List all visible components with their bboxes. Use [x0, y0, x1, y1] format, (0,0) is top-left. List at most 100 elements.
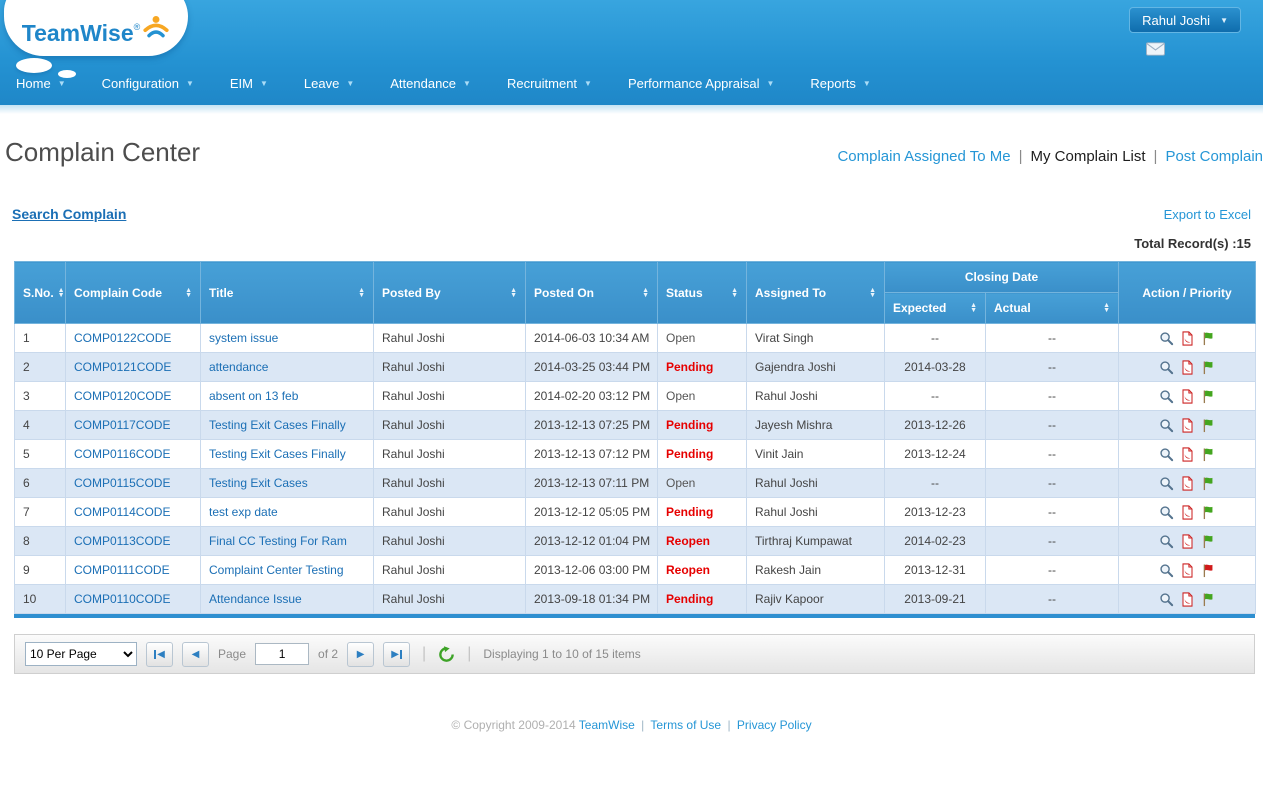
priority-flag-icon[interactable]: [1201, 360, 1216, 375]
tab-complain-assigned-to-me[interactable]: Complain Assigned To Me: [837, 148, 1010, 165]
complain-code-link[interactable]: COMP0111CODE: [74, 563, 170, 577]
complain-code-link[interactable]: COMP0121CODE: [74, 360, 171, 374]
pdf-icon[interactable]: [1180, 331, 1195, 346]
view-icon[interactable]: [1159, 505, 1174, 520]
nav-item-eim[interactable]: EIM ▼: [230, 76, 268, 91]
first-page-icon[interactable]: ◀: [146, 641, 173, 667]
complain-title-link[interactable]: Attendance Issue: [209, 592, 302, 606]
status-text: Pending: [666, 505, 714, 519]
complain-title-link[interactable]: attendance: [209, 360, 268, 374]
complain-code-link[interactable]: COMP0117CODE: [74, 418, 170, 432]
priority-flag-icon[interactable]: [1201, 534, 1216, 549]
view-icon[interactable]: [1159, 447, 1174, 462]
nav-item-reports[interactable]: Reports ▼: [810, 76, 870, 91]
col-header-posted-on[interactable]: Posted On ▲ ▼: [525, 261, 658, 324]
complain-code-link[interactable]: COMP0113CODE: [74, 534, 170, 548]
sort-icon[interactable]: ▲ ▼: [970, 302, 977, 314]
pdf-icon[interactable]: [1180, 534, 1195, 549]
pdf-icon[interactable]: [1180, 389, 1195, 404]
pdf-icon[interactable]: [1180, 418, 1195, 433]
pdf-icon[interactable]: [1180, 360, 1195, 375]
pdf-icon[interactable]: [1180, 476, 1195, 491]
sort-icon[interactable]: ▲ ▼: [510, 287, 517, 299]
col-header-status[interactable]: Status ▲ ▼: [657, 261, 747, 324]
complain-title-link[interactable]: Testing Exit Cases Finally: [209, 418, 346, 432]
footer-link-terms-of-use[interactable]: Terms of Use: [650, 718, 721, 732]
view-icon[interactable]: [1159, 389, 1174, 404]
page-number-input[interactable]: [255, 643, 310, 665]
tab-my-complain-list[interactable]: My Complain List: [1031, 148, 1146, 165]
complain-title-link[interactable]: system issue: [209, 331, 278, 345]
view-icon[interactable]: [1159, 360, 1174, 375]
pdf-icon[interactable]: [1180, 447, 1195, 462]
priority-flag-icon[interactable]: [1201, 418, 1216, 433]
sort-icon[interactable]: ▲ ▼: [358, 287, 365, 299]
complain-title-link[interactable]: Testing Exit Cases: [209, 476, 308, 490]
footer-link-privacy-policy[interactable]: Privacy Policy: [737, 718, 812, 732]
complain-title-link[interactable]: Final CC Testing For Ram: [209, 534, 347, 548]
pdf-icon[interactable]: [1180, 505, 1195, 520]
user-menu-button[interactable]: Rahul Joshi ▼: [1129, 7, 1241, 33]
teamwise-logo[interactable]: TeamWise ®: [4, 0, 188, 56]
sort-icon[interactable]: ▲ ▼: [731, 287, 738, 299]
col-header-title[interactable]: Title ▲ ▼: [200, 261, 374, 324]
col-header-complain-code[interactable]: Complain Code ▲ ▼: [65, 261, 201, 324]
sort-icon[interactable]: ▲ ▼: [185, 287, 192, 299]
status-text: Open: [666, 389, 696, 403]
last-page-icon[interactable]: ▶: [383, 641, 411, 667]
nav-item-performance-appraisal[interactable]: Performance Appraisal ▼: [628, 76, 774, 91]
search-complain-link[interactable]: Search Complain: [12, 206, 126, 222]
view-icon[interactable]: [1159, 418, 1174, 433]
complain-title-link[interactable]: Testing Exit Cases Finally: [209, 447, 346, 461]
col-header-expected[interactable]: Expected ▲ ▼: [884, 292, 986, 324]
priority-flag-icon[interactable]: [1201, 563, 1216, 578]
previous-page-icon[interactable]: ◀: [182, 641, 209, 667]
complain-code-link[interactable]: COMP0120CODE: [74, 389, 171, 403]
priority-flag-icon[interactable]: [1201, 505, 1216, 520]
cell-status: Pending: [657, 584, 747, 614]
pdf-icon[interactable]: [1180, 563, 1195, 578]
complain-code-link[interactable]: COMP0110CODE: [74, 592, 170, 606]
cell-expected-date: 2014-02-23: [884, 526, 986, 556]
col-header-assigned-to[interactable]: Assigned To ▲ ▼: [746, 261, 885, 324]
nav-item-configuration[interactable]: Configuration ▼: [102, 76, 194, 91]
complain-code-link[interactable]: COMP0122CODE: [74, 331, 171, 345]
priority-flag-icon[interactable]: [1201, 592, 1216, 607]
complain-title-link[interactable]: absent on 13 feb: [209, 389, 298, 403]
priority-flag-icon[interactable]: [1201, 476, 1216, 491]
view-icon[interactable]: [1159, 563, 1174, 578]
col-header-sno[interactable]: S.No. ▲ ▼: [14, 261, 66, 324]
cell-posted-on: 2013-12-13 07:12 PM: [525, 439, 658, 469]
priority-flag-icon[interactable]: [1201, 447, 1216, 462]
priority-flag-icon[interactable]: [1201, 331, 1216, 346]
view-icon[interactable]: [1159, 331, 1174, 346]
sort-icon[interactable]: ▲ ▼: [869, 287, 876, 299]
export-to-excel-link[interactable]: Export to Excel: [1164, 207, 1251, 222]
nav-item-attendance[interactable]: Attendance ▼: [390, 76, 471, 91]
priority-flag-icon[interactable]: [1201, 389, 1216, 404]
nav-item-leave[interactable]: Leave ▼: [304, 76, 354, 91]
pdf-icon[interactable]: [1180, 592, 1195, 607]
tab-post-complain[interactable]: Post Complain: [1165, 148, 1263, 165]
app-header: TeamWise ® Rahul Joshi ▼ Home ▼ Configura…: [0, 0, 1263, 105]
next-page-icon[interactable]: ▶: [347, 641, 375, 667]
col-header-actual[interactable]: Actual ▲ ▼: [985, 292, 1119, 324]
sort-icon[interactable]: ▲ ▼: [1103, 302, 1110, 314]
per-page-select[interactable]: 10 Per Page: [25, 642, 137, 666]
col-header-posted-by[interactable]: Posted By ▲ ▼: [373, 261, 526, 324]
mail-icon[interactable]: [1146, 42, 1165, 61]
nav-item-home[interactable]: Home ▼: [16, 76, 66, 91]
view-icon[interactable]: [1159, 476, 1174, 491]
complain-code-link[interactable]: COMP0115CODE: [74, 476, 170, 490]
refresh-icon[interactable]: [438, 645, 455, 663]
complain-code-link[interactable]: COMP0114CODE: [74, 505, 170, 519]
complain-title-link[interactable]: test exp date: [209, 505, 278, 519]
view-icon[interactable]: [1159, 592, 1174, 607]
view-icon[interactable]: [1159, 534, 1174, 549]
footer-link-teamwise[interactable]: TeamWise: [579, 718, 635, 732]
nav-item-recruitment[interactable]: Recruitment ▼: [507, 76, 592, 91]
complain-title-link[interactable]: Complaint Center Testing: [209, 563, 344, 577]
complain-code-link[interactable]: COMP0116CODE: [74, 447, 170, 461]
sort-icon[interactable]: ▲ ▼: [642, 287, 649, 299]
sort-icon[interactable]: ▲ ▼: [58, 287, 65, 299]
